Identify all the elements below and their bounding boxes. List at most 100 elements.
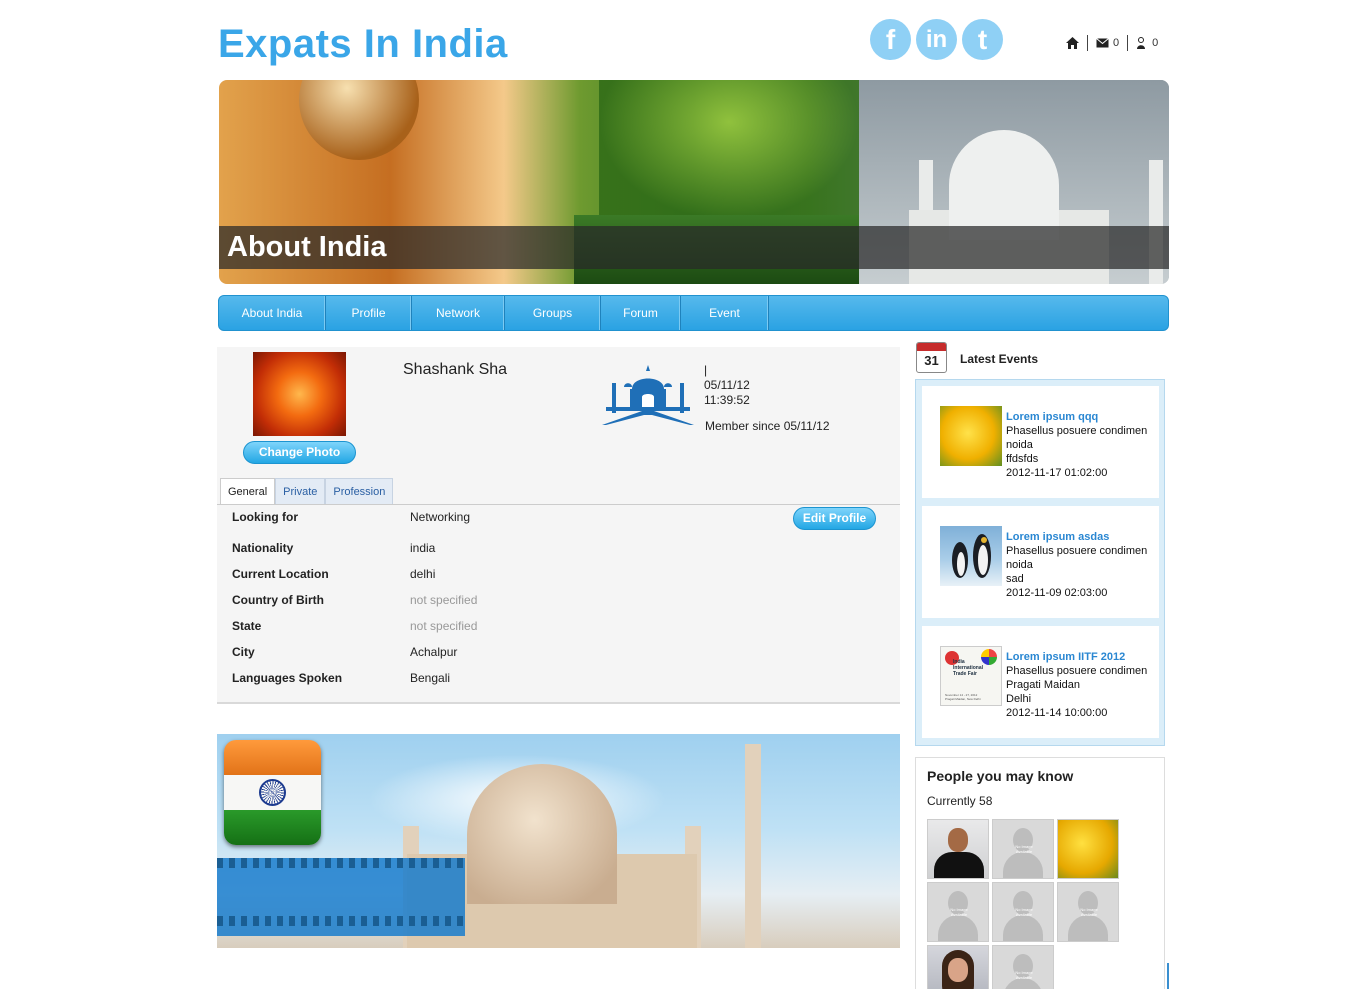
nav-groups[interactable]: Groups — [505, 296, 601, 330]
scrollbar[interactable] — [1167, 963, 1169, 989]
twitter-icon[interactable]: t — [962, 19, 1003, 60]
nav-event[interactable]: Event — [681, 296, 769, 330]
top-toolbar: 0 0 — [1064, 34, 1166, 52]
field-value: Achalpur — [410, 645, 458, 659]
field-value: india — [410, 541, 436, 555]
tab-divider — [217, 504, 900, 505]
avatar-body — [934, 852, 984, 878]
calendar-header — [917, 343, 946, 351]
people-title: People you may know — [927, 768, 1074, 784]
banner-ayurveda-image — [299, 80, 419, 160]
event-title[interactable]: Lorem ipsum IITF 2012 — [1006, 650, 1147, 664]
home-link[interactable] — [1064, 35, 1087, 51]
field-value: not specified — [410, 593, 478, 607]
person-avatar[interactable] — [927, 819, 989, 879]
banner-taj-mahal-image — [949, 130, 1059, 240]
home-icon — [1066, 37, 1079, 49]
no-image-label: No Image Available — [950, 907, 968, 917]
profile-panel: Change Photo Shashank Sha | 05/11/12 11:… — [217, 347, 900, 704]
event-thumbnail[interactable] — [940, 526, 1002, 586]
field-label: Current Location — [232, 567, 329, 581]
event-description: Phasellus posuere condimen — [1006, 545, 1148, 557]
profile-meta: | 05/11/12 11:39:52 — [704, 363, 750, 408]
field-value: Networking — [410, 510, 471, 524]
event-place: Pragati Maidan — [1006, 679, 1080, 691]
meta-time: 11:39:52 — [704, 393, 750, 407]
friend-request-icon — [1137, 36, 1146, 49]
banner-backwaters-image — [599, 80, 859, 220]
person-avatar[interactable] — [927, 945, 989, 989]
people-count: Currently 58 — [927, 794, 993, 808]
india-promo-image[interactable] — [217, 734, 900, 948]
person-avatar-placeholder[interactable]: No Image Available — [927, 882, 989, 942]
field-row: City Achalpur — [232, 645, 832, 661]
banner-caption: About India — [219, 226, 1169, 269]
field-value: not specified — [410, 619, 478, 633]
meta-line: | — [704, 363, 708, 377]
field-row: Languages Spoken Bengali — [232, 671, 832, 687]
ashoka-chakra-icon — [259, 779, 286, 806]
flag-green — [224, 810, 321, 845]
facebook-icon[interactable]: f — [870, 19, 911, 60]
field-row: Country of Birth not specified — [232, 593, 832, 609]
taj-mahal-icon — [602, 365, 694, 425]
no-image-label: No Image Available — [1015, 907, 1033, 917]
field-label: City — [232, 645, 255, 659]
field-row: Nationality india — [232, 541, 832, 557]
tab-private[interactable]: Private — [275, 478, 326, 504]
event-title[interactable]: Lorem ipsum qqq — [1006, 410, 1147, 424]
tab-general[interactable]: General — [220, 478, 276, 504]
avatar-face — [948, 828, 968, 852]
penguins-image — [952, 534, 991, 578]
event-title[interactable]: Lorem ipsum asdas — [1006, 530, 1147, 544]
nav-network[interactable]: Network — [412, 296, 505, 330]
event-item[interactable]: Lorem ipsum asdas Phasellus posuere cond… — [922, 506, 1159, 618]
promo-film-edge — [217, 858, 465, 868]
event-description: Phasellus posuere condimen — [1006, 425, 1148, 437]
requests-link[interactable]: 0 — [1127, 35, 1166, 51]
event-extra: Delhi — [1006, 693, 1032, 705]
placeholder-shoulder — [938, 915, 978, 941]
no-image-label: No Image Available — [1080, 907, 1098, 917]
main-nav: About India Profile Network Groups Forum… — [218, 295, 1169, 331]
field-row: Current Location delhi — [232, 567, 832, 583]
field-label: Looking for — [232, 510, 298, 524]
events-panel: Lorem ipsum qqq Phasellus posuere condim… — [915, 379, 1165, 746]
change-photo-button[interactable]: Change Photo — [243, 441, 356, 464]
iitf-globe-icon — [981, 649, 997, 665]
site-logo[interactable]: Expats In India — [218, 22, 508, 67]
linkedin-icon[interactable]: in — [916, 19, 957, 60]
iitf-footer2: Pragati Maidan, New Delhi — [945, 697, 981, 701]
nav-forum[interactable]: Forum — [601, 296, 681, 330]
field-label: Country of Birth — [232, 593, 324, 607]
member-since: Member since 05/11/12 — [705, 419, 830, 433]
avatar-face — [948, 958, 968, 982]
event-thumbnail[interactable] — [940, 406, 1002, 466]
event-item[interactable]: India International Trade Fair November … — [922, 626, 1159, 738]
field-value: delhi — [410, 567, 436, 581]
nav-about-india[interactable]: About India — [219, 296, 326, 330]
about-india-banner[interactable]: About India — [219, 80, 1169, 284]
india-flag-icon — [224, 740, 321, 845]
meta-date: 05/11/12 — [704, 378, 750, 392]
event-info: Lorem ipsum IITF 2012 Phasellus posuere … — [1006, 650, 1147, 720]
iitf-footer: November 14 - 27, 2012 Pragati Maidan, N… — [945, 693, 981, 701]
event-datetime: 2012-11-09 02:03:00 — [1006, 587, 1108, 599]
tab-profession[interactable]: Profession — [325, 478, 394, 504]
flag-saffron — [224, 740, 321, 775]
event-item[interactable]: Lorem ipsum qqq Phasellus posuere condim… — [922, 386, 1159, 498]
person-avatar-placeholder[interactable]: No Image Available — [992, 819, 1054, 879]
person-avatar-placeholder[interactable]: No Image Available — [992, 882, 1054, 942]
event-place: noida — [1006, 559, 1033, 571]
calendar-day: 31 — [924, 353, 939, 368]
field-label: Languages Spoken — [232, 671, 343, 685]
iitf-line3: Trade Fair — [953, 671, 977, 677]
nav-profile[interactable]: Profile — [326, 296, 412, 330]
promo-minaret — [745, 744, 761, 948]
person-avatar[interactable] — [1057, 819, 1119, 879]
person-avatar-placeholder[interactable]: No Image Available — [992, 945, 1054, 989]
field-label: State — [232, 619, 262, 633]
messages-link[interactable]: 0 — [1087, 35, 1127, 51]
event-thumbnail[interactable]: India International Trade Fair November … — [940, 646, 1002, 706]
person-avatar-placeholder[interactable]: No Image Available — [1057, 882, 1119, 942]
